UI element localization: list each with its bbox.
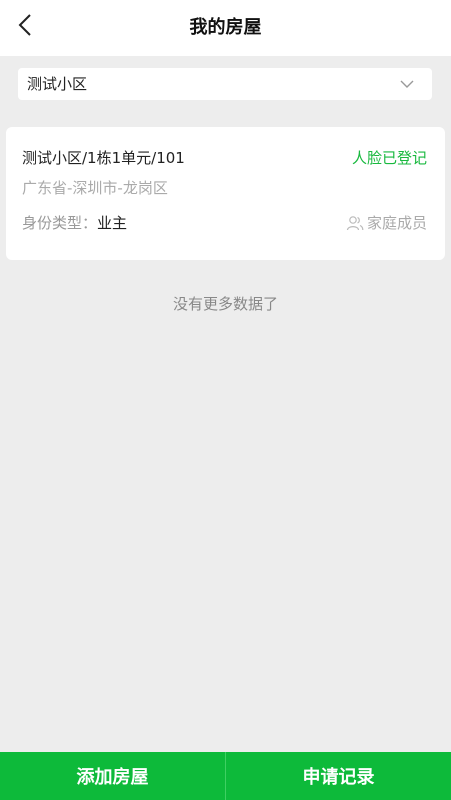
- nav-bar: 我的房屋: [0, 0, 451, 56]
- bottom-action-bar: 添加房屋 申请记录: [0, 752, 451, 800]
- application-records-button[interactable]: 申请记录: [226, 752, 451, 800]
- house-region: 广东省-深圳市-龙岗区: [22, 179, 168, 197]
- family-members-label: 家庭成员: [366, 214, 427, 232]
- community-select-value: 测试小区: [27, 75, 88, 93]
- community-select[interactable]: 测试小区: [18, 68, 432, 100]
- identity-label: 身份类型：: [22, 214, 98, 232]
- face-status-badge: 人脸已登记: [351, 149, 427, 167]
- family-members-button[interactable]: 家庭成员: [346, 212, 427, 234]
- house-address: 测试小区/1栋1单元/101: [22, 149, 185, 167]
- list-end-text: 没有更多数据了: [172, 295, 278, 313]
- chevron-down-icon: [400, 80, 414, 88]
- add-house-button[interactable]: 添加房屋: [0, 752, 225, 800]
- identity-row: 身份类型：业主: [22, 212, 127, 234]
- page-title: 我的房屋: [189, 17, 262, 38]
- user-group-icon: [346, 216, 364, 231]
- house-card[interactable]: 测试小区/1栋1单元/101 人脸已登记 广东省-深圳市-龙岗区 身份类型：业主…: [6, 127, 445, 260]
- identity-value: 业主: [97, 214, 128, 232]
